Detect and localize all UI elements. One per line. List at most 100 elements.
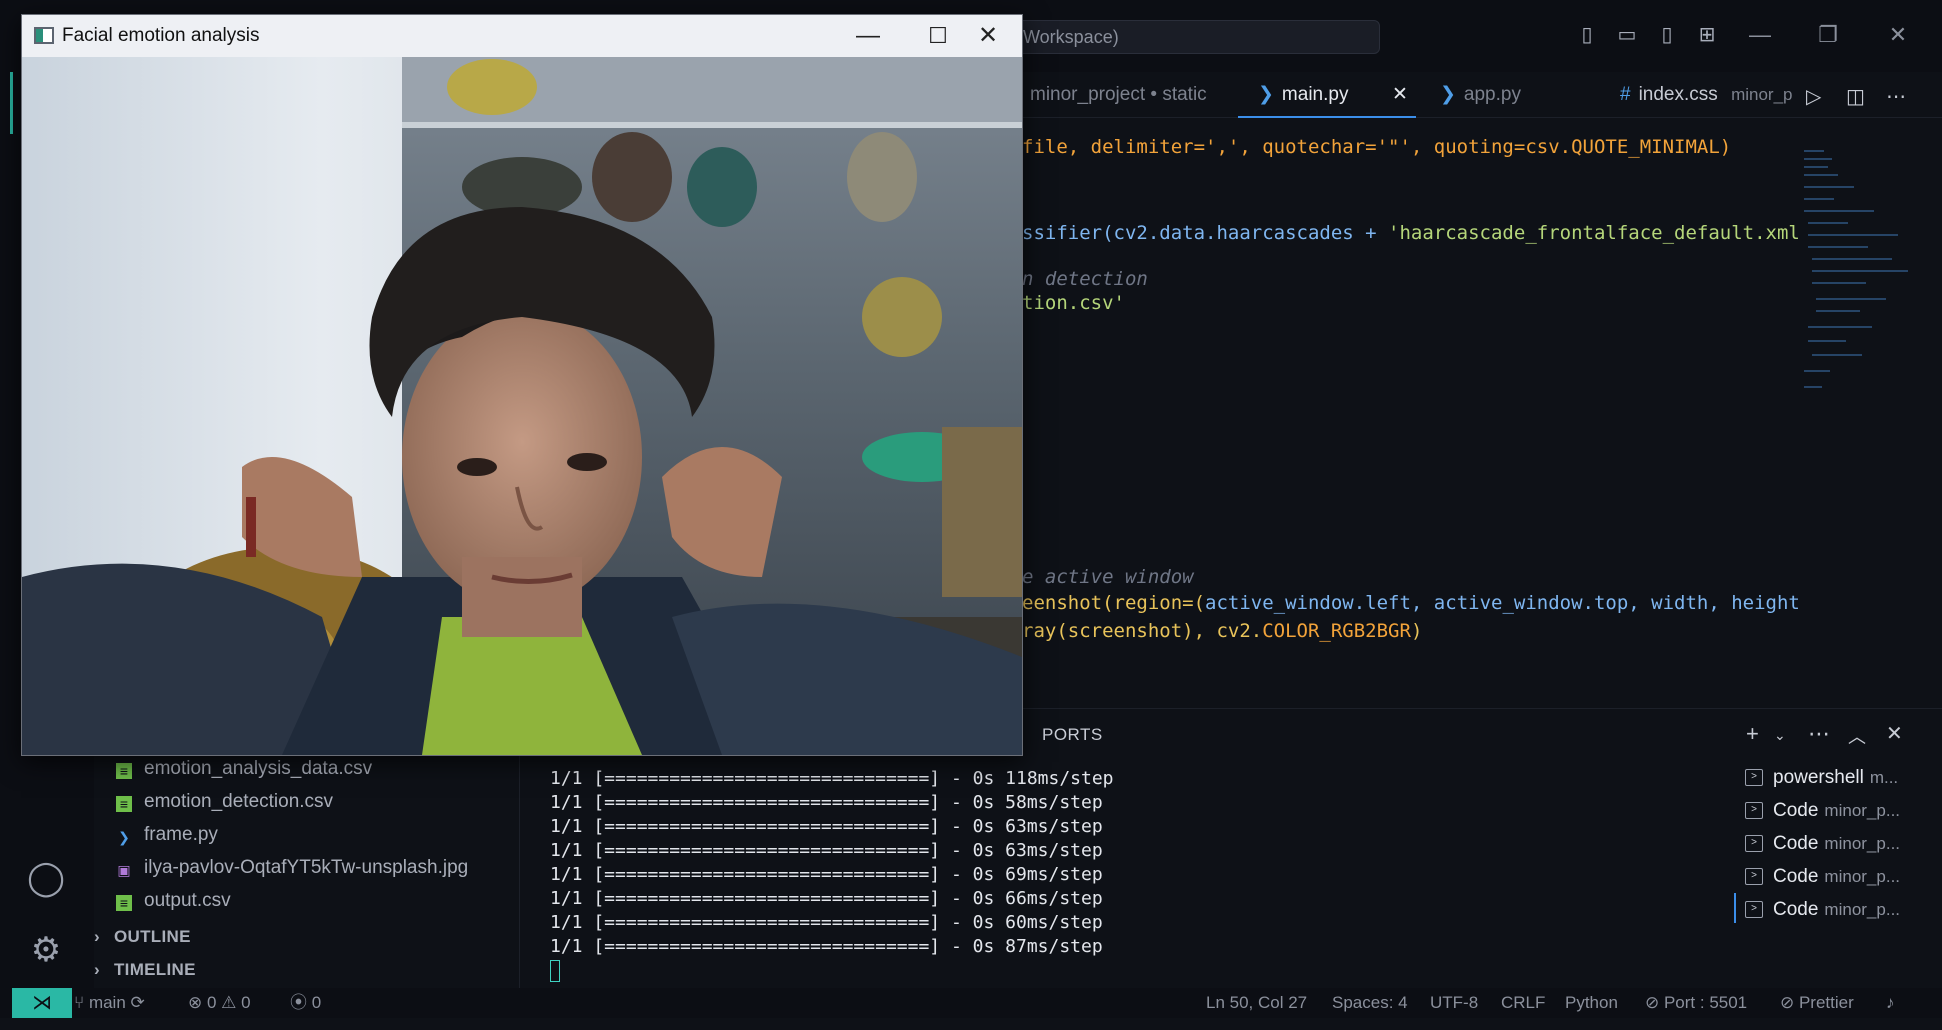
ports-indicator[interactable]: ⦿ 0 [290,988,321,1018]
outline-section[interactable]: › OUTLINE [94,920,191,953]
active-view-indicator [10,72,13,134]
file-item[interactable]: ≡ emotion_analysis_data.csv [116,752,372,785]
webcam-feed [22,57,1022,755]
gear-icon[interactable]: ⚙ [26,930,66,970]
terminal-cursor [550,960,560,982]
minimize-button[interactable]: — [834,15,902,57]
end-of-line[interactable]: CRLF [1501,988,1545,1018]
camera-window-titlebar[interactable]: Facial emotion analysis — ☐ ✕ [22,15,1022,57]
run-icon[interactable]: ▷ [1806,84,1821,109]
window-title: Facial emotion analysis [62,25,260,46]
problems-indicator[interactable]: ⊗ 0 ⚠ 0 [188,988,251,1018]
file-item[interactable]: ❯ frame.py [116,818,218,851]
file-item[interactable]: ≡ emotion_detection.csv [116,785,333,818]
more-actions-icon[interactable]: ⋯ [1808,721,1830,747]
webcam-frame-image [22,57,1022,755]
tab-label: minor_project • static [1030,84,1207,105]
terminal-icon: > [1745,868,1763,885]
remote-indicator-icon[interactable]: ⋊ [12,988,72,1018]
file-item[interactable]: ≡ output.csv [116,884,231,917]
new-terminal-icon[interactable]: + [1746,721,1759,747]
editor-tab-bar: minor_project • static ❯ main.py ✕ ❯ app.p… [1000,72,1942,118]
timeline-section[interactable]: › TIMELINE [94,953,196,986]
image-file-icon: ▣ [117,862,131,878]
csv-file-icon: ≡ [116,796,132,812]
code-line: ssifier(cv2.data.haarcascades + 'haarcas… [1022,222,1800,244]
csv-file-icon: ≡ [116,895,132,911]
account-icon[interactable]: ◯ [26,858,66,898]
terminal-tab-code-active[interactable]: > Code minor_p... [1745,893,1935,926]
vscode-minimize-button[interactable]: — [1740,20,1780,50]
csv-file-icon: ≡ [116,763,132,779]
sync-icon[interactable]: ⟳ [131,993,145,1012]
app-icon [34,27,54,44]
warning-icon: ⚠ [221,993,242,1012]
tab-close-icon[interactable]: ✕ [1392,72,1408,118]
close-button[interactable]: ✕ [954,15,1022,57]
command-center-search[interactable]: Workspace) [1000,20,1380,54]
vscode-restore-button[interactable]: ❐ [1808,20,1848,50]
terminal-tab-code[interactable]: > Code minor_p... [1745,860,1935,893]
toggle-sidebar-icon[interactable]: ▯ [1576,24,1598,46]
terminal-output[interactable]: 1/1 [==============================] - 0… [550,767,1114,983]
chevron-right-icon: › [94,927,100,946]
tab-label: app.py [1463,84,1521,105]
terminal-tab-code[interactable]: > Code minor_p... [1745,794,1935,827]
tab-app-py[interactable]: ❯ app.py [1440,72,1521,118]
camera-window[interactable]: Facial emotion analysis — ☐ ✕ [21,14,1023,756]
vscode-close-button[interactable]: ✕ [1878,20,1918,50]
branch-icon: ⑂ [74,993,89,1012]
encoding[interactable]: UTF-8 [1430,988,1478,1018]
chevron-down-icon[interactable]: ⌄ [1774,727,1786,744]
toggle-panel-icon[interactable]: ▭ [1616,24,1638,46]
terminal-list: > powershell m... > Code minor_p... > Code min… [1745,761,1935,926]
tab-label: index.css [1638,84,1718,105]
terminal-tab-powershell[interactable]: > powershell m... [1745,761,1935,794]
code-line: tion.csv' [1022,292,1125,314]
css-file-icon: # [1620,84,1631,105]
toggle-secondary-sidebar-icon[interactable]: ▯ [1656,24,1678,46]
tab-static-folder[interactable]: minor_project • static [1030,72,1207,118]
terminal-line: 1/1 [==============================] - 0… [550,840,1103,861]
code-comment: e active window [1022,566,1194,588]
minimap[interactable] [1800,150,1910,400]
error-icon: ⊗ [188,993,207,1012]
tab-ports[interactable]: PORTS [1042,725,1103,745]
close-panel-icon[interactable]: ✕ [1886,721,1903,746]
terminal-prompt [550,959,1114,983]
maximize-panel-icon[interactable]: ︿ [1848,723,1866,749]
customize-layout-icon[interactable]: ⊞ [1696,24,1718,46]
prettier-icon: ⊘ [1780,993,1799,1012]
tab-main-py[interactable]: ❯ main.py ✕ [1238,72,1416,118]
terminal-line: 1/1 [==============================] - 0… [550,768,1114,789]
python-file-icon: ❯ [118,829,130,845]
terminal-line: 1/1 [==============================] - 0… [550,912,1103,933]
language-mode[interactable]: Python [1565,988,1618,1018]
terminal-icon: > [1745,769,1763,786]
cursor-position[interactable]: Ln 50, Col 27 [1206,988,1307,1018]
terminal-tab-code[interactable]: > Code minor_p... [1745,827,1935,860]
python-file-icon: ❯ [1258,84,1274,105]
tab-index-css[interactable]: # index.css minor_p [1620,72,1792,118]
split-editor-icon[interactable]: ◫ [1846,84,1865,109]
broadcast-icon: ⦿ [290,993,312,1012]
terminal-line: 1/1 [==============================] - 0… [550,792,1103,813]
block-icon: ⊘ [1645,993,1664,1012]
code-line: file, delimiter=',', quotechar='"', quot… [1022,136,1732,158]
live-server-port[interactable]: ⊘ Port : 5501 [1645,988,1747,1018]
terminal-icon: > [1745,835,1763,852]
prettier-status[interactable]: ⊘ Prettier [1780,988,1854,1018]
tab-label: main.py [1281,84,1349,105]
terminal-line: 1/1 [==============================] - 0… [550,888,1103,909]
chevron-right-icon: › [94,960,100,979]
file-item[interactable]: ▣ ilya-pavlov-OqtafYT5kTw-unsplash.jpg [116,851,468,884]
terminal-line: 1/1 [==============================] - 0… [550,864,1103,885]
indentation[interactable]: Spaces: 4 [1332,988,1408,1018]
code-line: ray(screenshot), cv2.COLOR_RGB2BGR) [1022,620,1423,642]
notifications-icon[interactable]: ♪ [1886,988,1895,1018]
more-actions-icon[interactable]: ⋯ [1886,84,1906,109]
active-terminal-indicator [1734,893,1736,923]
git-branch[interactable]: ⑂ main ⟳ [74,988,145,1018]
terminal-line: 1/1 [==============================] - 0… [550,936,1103,957]
python-file-icon: ❯ [1440,84,1456,105]
